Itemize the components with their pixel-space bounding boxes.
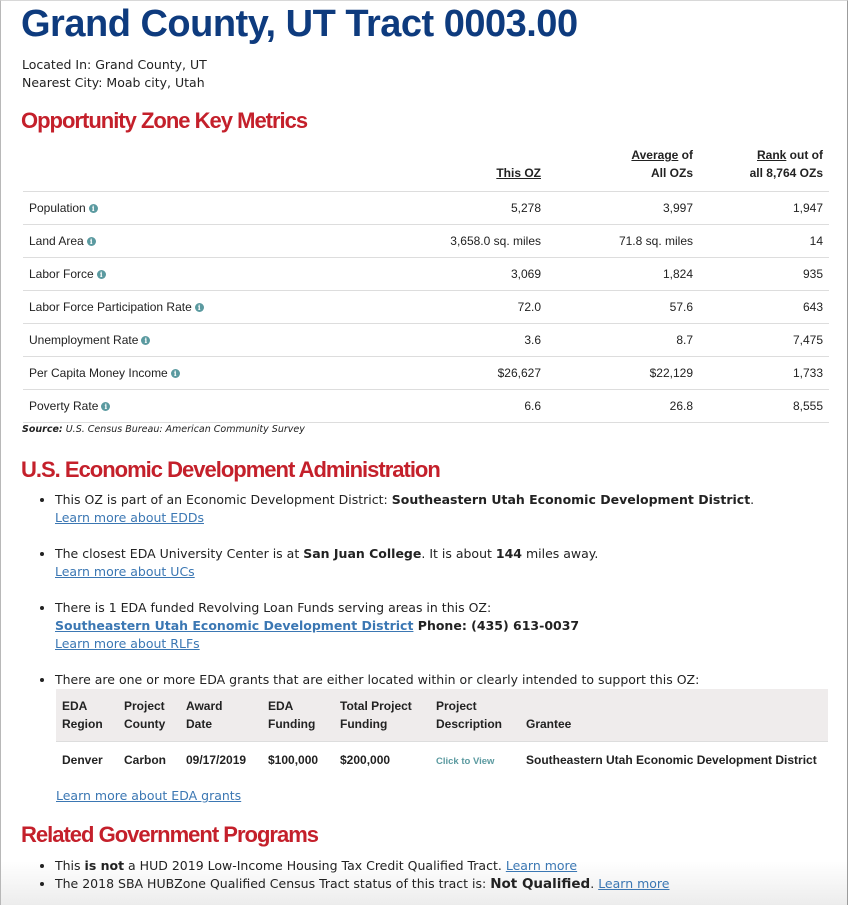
average-header[interactable]: Average of All OZs	[547, 146, 699, 192]
average-value: 1,824	[547, 257, 699, 291]
rank-value: 7,475	[699, 323, 829, 357]
click-to-view-link[interactable]: Click to View	[436, 756, 494, 767]
source-note: Source: U.S. Census Bureau: American Com…	[22, 424, 305, 435]
this-oz-value: 3.6	[415, 323, 547, 357]
rank-value: 935	[699, 257, 829, 291]
metrics-table: This OZ Average of All OZs Rank out of all…	[23, 146, 829, 423]
rank-header[interactable]: Rank out of all 8,764 OZs	[699, 146, 829, 192]
rank-value: 643	[699, 290, 829, 324]
metrics-header-row: This OZ Average of All OZs Rank out of all…	[23, 146, 829, 192]
uc-item: The closest EDA University Center is at …	[55, 545, 598, 581]
metric-label: Labor Force i	[23, 257, 415, 291]
metric-label: Per Capita Money Income i	[23, 356, 415, 390]
hud-item: This is not a HUD 2019 Low-Income Housin…	[55, 857, 669, 875]
grants-list: There are one or more EDA grants that ar…	[35, 671, 699, 689]
average-value: 71.8 sq. miles	[547, 224, 699, 258]
metrics-row: Labor Force i 3,069 1,824 935	[23, 257, 829, 291]
grants-row: Denver Carbon 09/17/2019 $100,000 $200,000 Cl…	[56, 742, 828, 779]
metrics-body: Population i 5,278 3,997 1,947 Land Area i 3,65…	[23, 191, 829, 423]
grants-column-header: Award Date	[180, 689, 262, 742]
average-value: 57.6	[547, 290, 699, 324]
this-oz-value: 6.6	[415, 389, 547, 423]
info-icon[interactable]: i	[194, 303, 204, 313]
grant-region: Denver	[62, 753, 103, 767]
learn-more-rlfs-link[interactable]: Learn more about RLFs	[55, 636, 200, 651]
info-icon[interactable]: i	[170, 369, 180, 379]
info-icon[interactable]: i	[101, 402, 111, 412]
this-oz-header[interactable]: This OZ	[415, 146, 547, 192]
grants-item: There are one or more EDA grants that ar…	[55, 671, 699, 689]
sba-item: The 2018 SBA HUBZone Qualified Census Tr…	[55, 875, 669, 893]
this-oz-value: 3,069	[415, 257, 547, 291]
hud-learn-more-link[interactable]: Learn more	[506, 858, 577, 873]
metric-label: Labor Force Participation Rate i	[23, 290, 415, 324]
this-oz-value: 3,658.0 sq. miles	[415, 224, 547, 258]
rank-value: 8,555	[699, 389, 829, 423]
metric-label: Unemployment Rate i	[23, 323, 415, 357]
learn-more-eda-grants-link[interactable]: Learn more about EDA grants	[56, 788, 241, 803]
rank-value: 14	[699, 224, 829, 258]
grants-column-header: Grantee	[520, 689, 828, 742]
page-title: Grand County, UT Tract 0003.00	[21, 3, 578, 45]
info-icon[interactable]: i	[86, 237, 96, 247]
average-value: 26.8	[547, 389, 699, 423]
rank-value: 1,947	[699, 191, 829, 225]
related-list: This is not a HUD 2019 Low-Income Housin…	[35, 857, 669, 893]
nearest-city: Nearest City: Moab city, Utah	[22, 75, 205, 90]
info-icon[interactable]: i	[141, 336, 151, 346]
sba-learn-more-link[interactable]: Learn more	[598, 876, 669, 891]
grant-award-date: 09/17/2019	[186, 753, 247, 767]
info-icon[interactable]: i	[88, 204, 98, 214]
grants-column-header: EDA Funding	[262, 689, 334, 742]
grants-column-header: Total Project Funding	[334, 689, 430, 742]
metric-label: Poverty Rate i	[23, 389, 415, 423]
this-oz-value: 72.0	[415, 290, 547, 324]
average-value: 3,997	[547, 191, 699, 225]
grant-grantee: Southeastern Utah Economic Development D…	[526, 753, 817, 767]
related-heading: Related Government Programs	[21, 822, 319, 847]
grants-body: Denver Carbon 09/17/2019 $100,000 $200,000 Cl…	[56, 742, 828, 779]
this-oz-value: $26,627	[415, 356, 547, 390]
located-in: Located In: Grand County, UT	[22, 57, 207, 72]
grants-column-header: Project Description	[430, 689, 520, 742]
rlf-item: There is 1 EDA funded Revolving Loan Fun…	[55, 599, 579, 653]
metrics-row: Poverty Rate i 6.6 26.8 8,555	[23, 389, 829, 423]
metrics-row: Unemployment Rate i 3.6 8.7 7,475	[23, 323, 829, 357]
edd-item: This OZ is part of an Economic Developme…	[55, 491, 754, 527]
grant-total-funding: $200,000	[340, 753, 391, 767]
grants-header-row: EDA Region Project County Award Date EDA Fundin…	[56, 689, 828, 742]
grants-table: EDA Region Project County Award Date EDA Fundin…	[56, 689, 828, 778]
edd-list: This OZ is part of an Economic Developme…	[35, 491, 754, 527]
metrics-heading: Opportunity Zone Key Metrics	[21, 108, 308, 133]
rlf-organization-link[interactable]: Southeastern Utah Economic Development D…	[55, 618, 413, 633]
grant-description: Click to View	[430, 742, 520, 779]
rlf-list: There is 1 EDA funded Revolving Loan Fun…	[35, 599, 579, 653]
metric-label: Land Area i	[23, 224, 415, 258]
learn-more-ucs-link[interactable]: Learn more about UCs	[55, 564, 195, 579]
uc-list: The closest EDA University Center is at …	[35, 545, 598, 581]
grants-column-header: Project County	[118, 689, 180, 742]
tract-meta: Located In: Grand County, UT Nearest Cit…	[22, 56, 207, 92]
this-oz-value: 5,278	[415, 191, 547, 225]
eda-heading: U.S. Economic Development Administration	[21, 457, 441, 482]
average-value: 8.7	[547, 323, 699, 357]
metric-column-header	[23, 146, 415, 192]
metric-label: Population i	[23, 191, 415, 225]
rank-value: 1,733	[699, 356, 829, 390]
average-value: $22,129	[547, 356, 699, 390]
grant-county: Carbon	[124, 753, 166, 767]
info-icon[interactable]: i	[96, 270, 106, 280]
metrics-row: Labor Force Participation Rate i 72.0 57.6 6…	[23, 290, 829, 324]
learn-more-edds-link[interactable]: Learn more about EDDs	[55, 510, 204, 525]
page-frame: Grand County, UT Tract 0003.00 Located I…	[0, 0, 848, 905]
grant-eda-funding: $100,000	[268, 753, 319, 767]
metrics-row: Land Area i 3,658.0 sq. miles 71.8 sq. mile…	[23, 224, 829, 258]
eda-grants-link-wrap: Learn more about EDA grants	[56, 788, 241, 803]
rlf-phone: Phone: (435) 613-0037	[413, 618, 580, 633]
metrics-row: Per Capita Money Income i $26,627 $22,129 1,…	[23, 356, 829, 390]
metrics-row: Population i 5,278 3,997 1,947	[23, 191, 829, 225]
grants-column-header: EDA Region	[56, 689, 118, 742]
